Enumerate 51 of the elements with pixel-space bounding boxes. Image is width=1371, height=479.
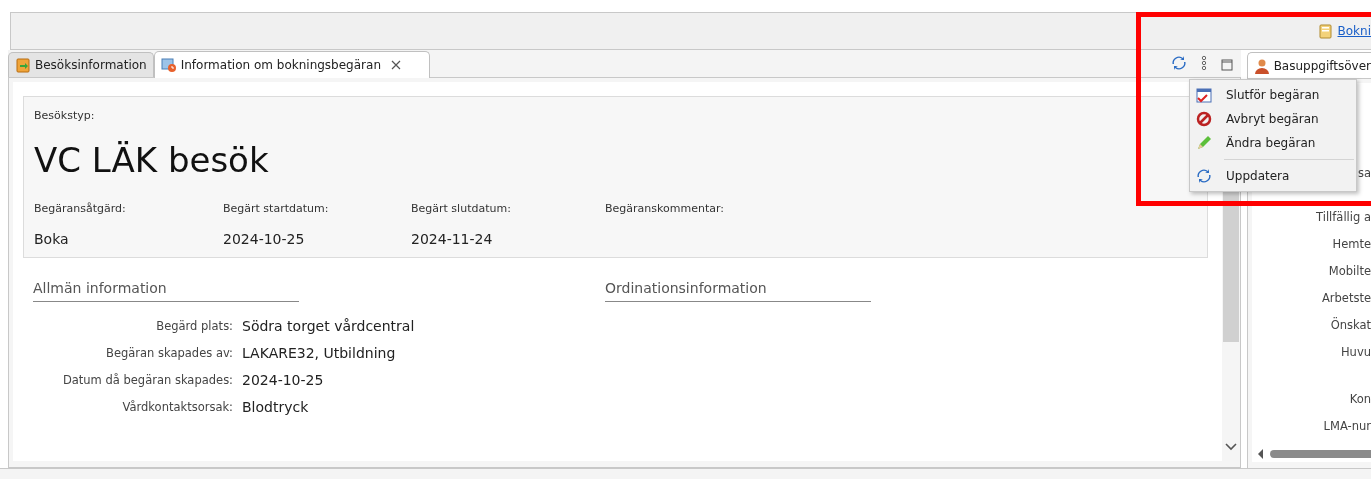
field-label: Arbetste: [1321, 290, 1371, 307]
section-heading: Allmän information: [33, 280, 299, 302]
field-label: Önskat: [1330, 317, 1371, 334]
horizontal-scrollbar[interactable]: [1251, 446, 1371, 462]
field-label: Kon: [1349, 391, 1371, 408]
tab[interactable]: Information om bokningsbegäran: [153, 51, 430, 78]
field-label: Begäran skapades av:: [105, 346, 233, 360]
person-icon: [1253, 57, 1270, 74]
maximize-icon[interactable]: [1220, 59, 1233, 71]
pencil-icon: [1196, 135, 1212, 151]
refresh-icon[interactable]: [1170, 55, 1187, 71]
field-label: Begärd plats:: [155, 319, 233, 333]
field-label: LMA-nur: [1323, 418, 1371, 435]
field-label: Hemte: [1332, 236, 1371, 253]
tab[interactable]: Basuppgiftsöver: [1246, 52, 1371, 79]
field-label: Begärt startdatum:: [223, 202, 330, 215]
booking-link[interactable]: Bokni: [1337, 24, 1371, 38]
field-value: 2024-10-25: [242, 372, 325, 388]
clipboard-icon: [15, 57, 31, 73]
more-options-icon[interactable]: [1200, 55, 1207, 71]
calendar-check-icon: [1196, 87, 1212, 103]
field-label: Huvu: [1340, 344, 1371, 361]
refresh-icon: [1196, 168, 1212, 184]
notepad-icon: [1316, 23, 1333, 39]
visit-type-title: VC LÄK besök: [34, 140, 270, 180]
field-label: Besökstyp:: [34, 109, 96, 122]
field-label: Begärt slutdatum:: [411, 202, 512, 215]
field-label: Begäranskommentar:: [605, 202, 725, 215]
tab[interactable]: Besöksinformation: [8, 52, 154, 77]
field-value: 2024-10-25: [223, 231, 306, 247]
field-value: 2024-11-24: [411, 231, 494, 247]
field-label: Mobilte: [1328, 263, 1371, 280]
field-value: Södra torget vårdcentral: [242, 318, 416, 334]
calendar-clock-icon: [160, 57, 177, 73]
chevron-down-icon[interactable]: [1224, 443, 1237, 451]
menu-item[interactable]: Slutför begäran: [1190, 83, 1356, 107]
field-label: Tillfällig a: [1316, 209, 1371, 226]
forbidden-icon: [1196, 111, 1212, 127]
menu-item[interactable]: Ändra begäran: [1190, 131, 1356, 155]
close-icon[interactable]: [391, 60, 401, 70]
field-value: Blodtryck: [242, 399, 310, 415]
field-value: LAKARE32, Utbildning: [242, 345, 397, 361]
field-label: Begäransåtgärd:: [34, 202, 127, 215]
field-label: sa: [1357, 165, 1371, 182]
menu-item[interactable]: Avbryt begäran: [1190, 107, 1356, 131]
scroll-left-icon[interactable]: [1257, 449, 1264, 459]
field-label: Vårdkontaktsorsak:: [121, 400, 233, 414]
menu-item[interactable]: Uppdatera: [1190, 164, 1356, 188]
field-label: Datum då begäran skapades:: [61, 373, 233, 387]
field-value: Boka: [34, 231, 70, 247]
section-heading: Ordinationsinformation: [605, 280, 871, 302]
